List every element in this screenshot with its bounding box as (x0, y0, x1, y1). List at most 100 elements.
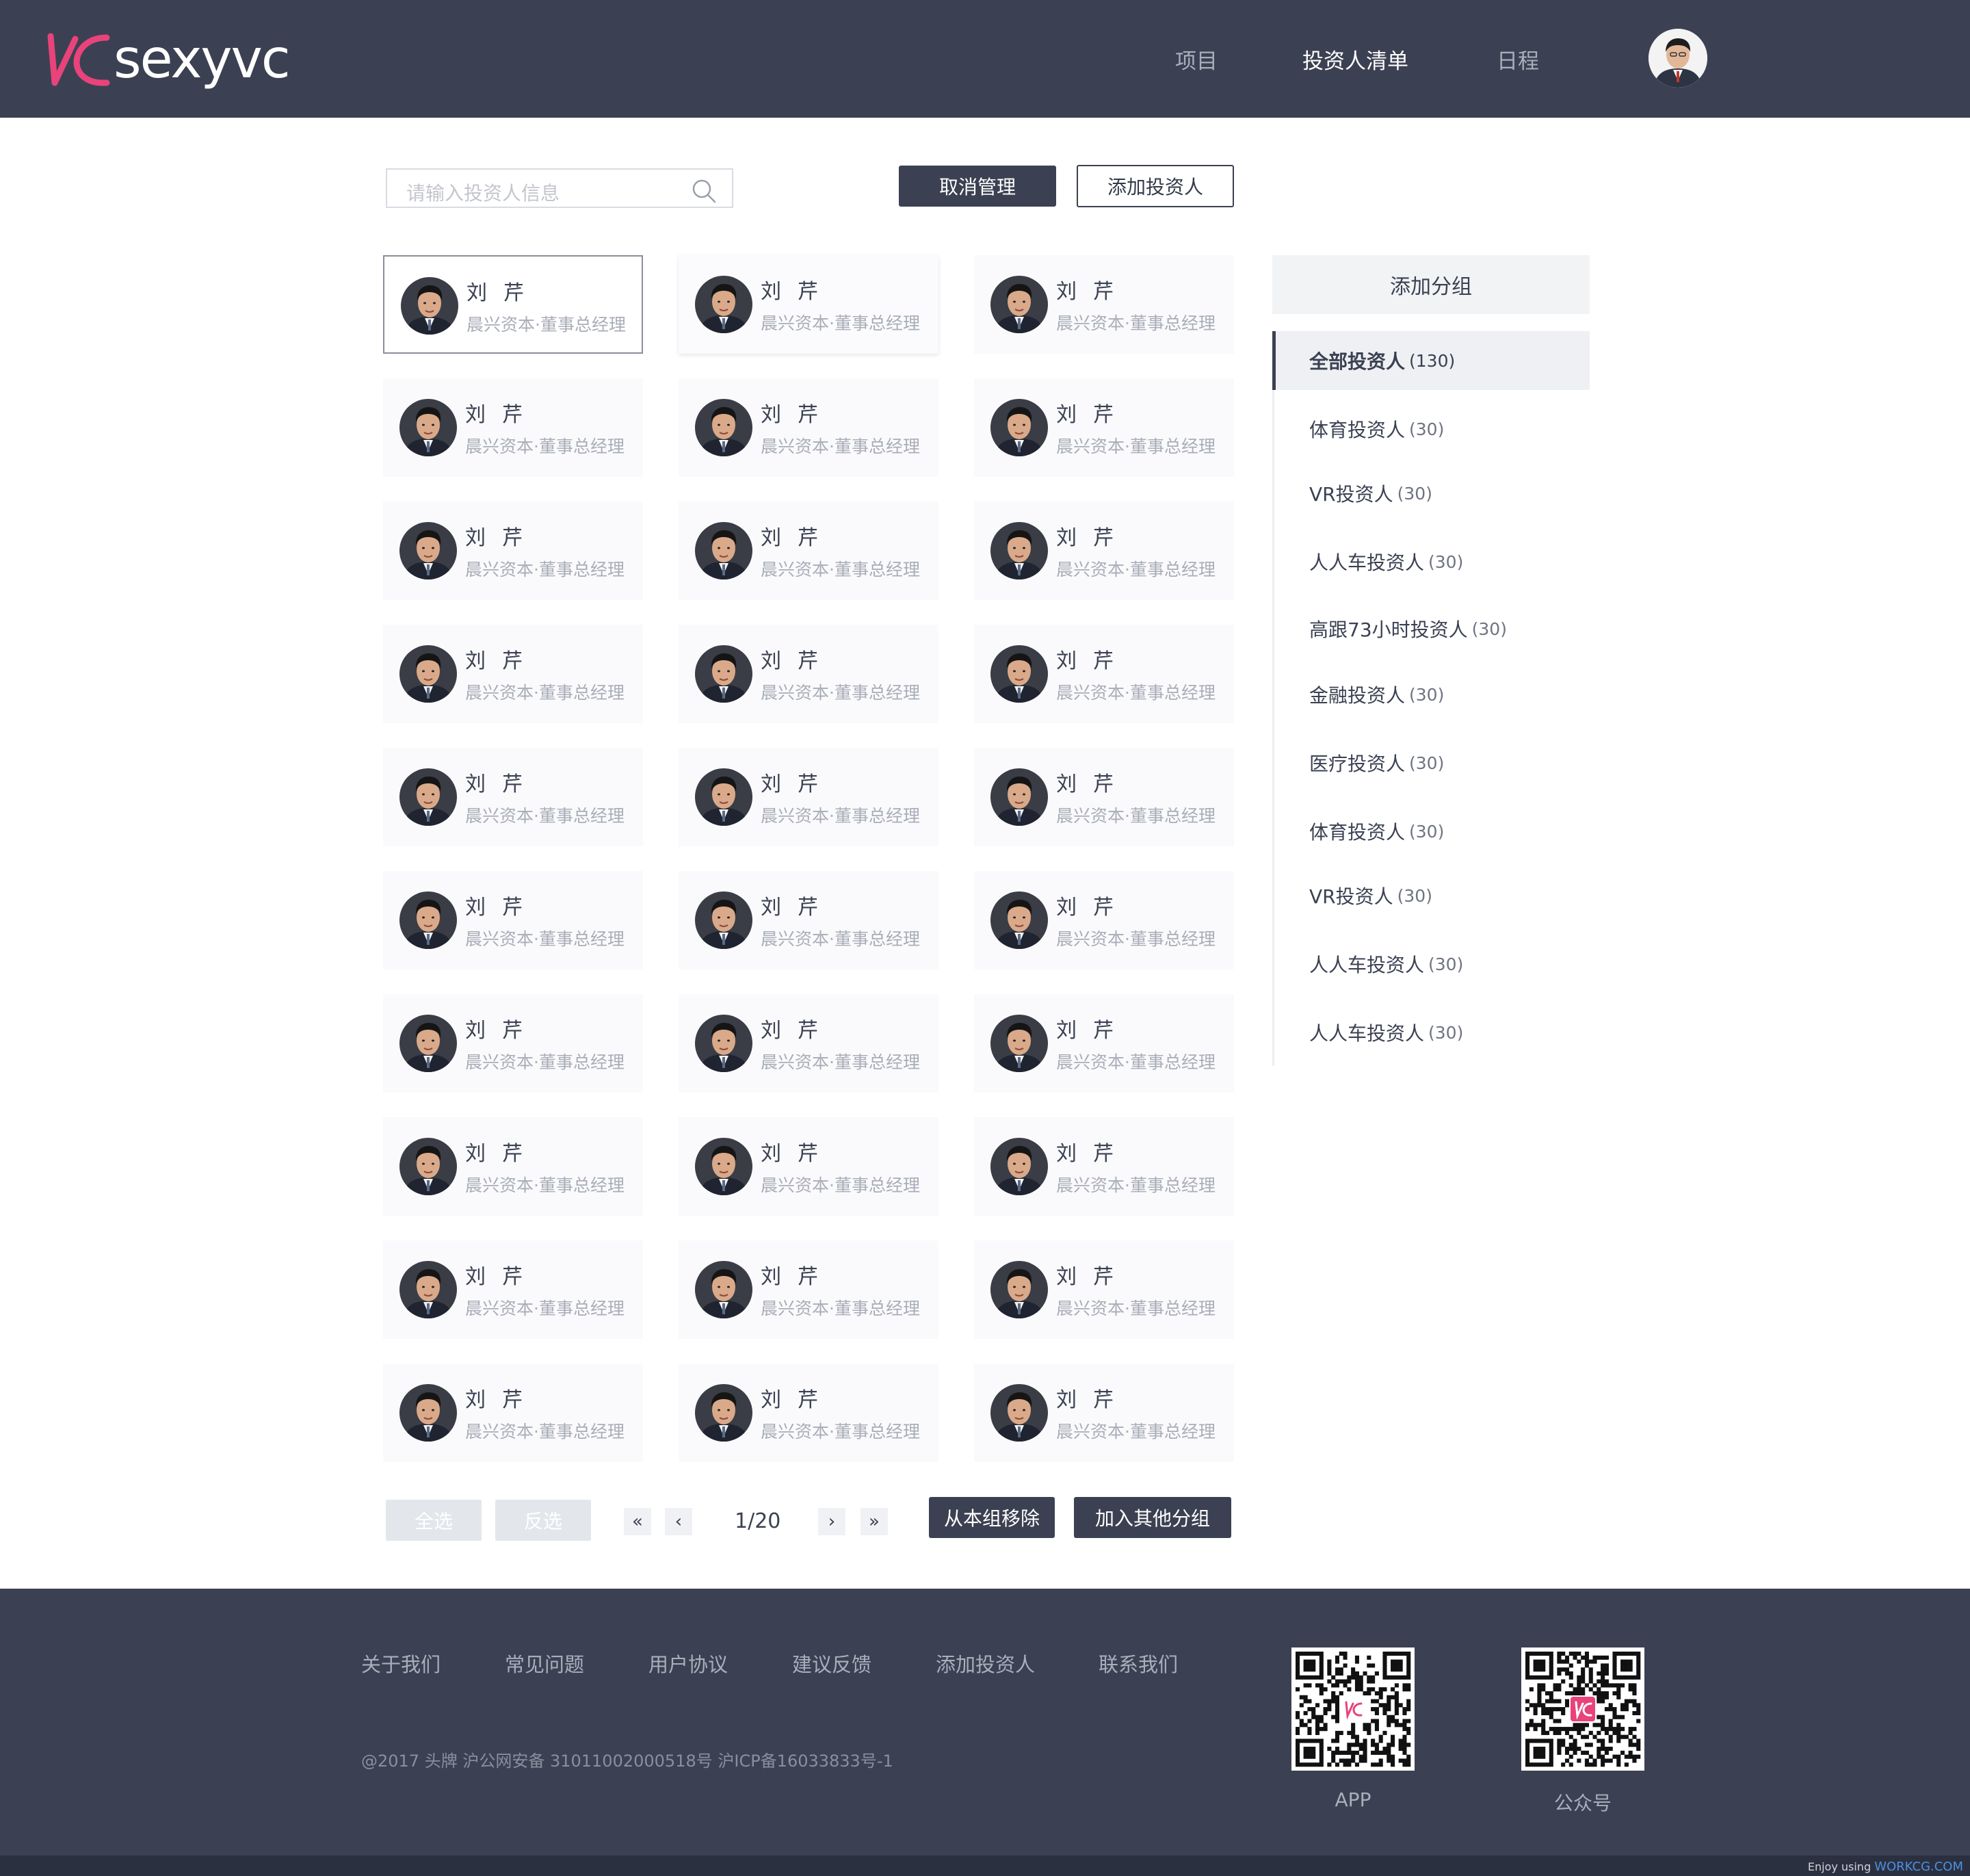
investor-title: 晨兴资本·董事总经理 (1056, 806, 1216, 826)
investor-title: 晨兴资本·董事总经理 (761, 437, 920, 456)
group-item-count: (30) (1397, 885, 1432, 906)
investor-avatar (695, 1384, 752, 1442)
invert-selection-button[interactable]: 反选 (495, 1500, 591, 1541)
group-item[interactable]: VR投资人 (30) (1272, 866, 1590, 925)
investor-card[interactable]: 刘芹 晨兴资本·董事总经理 (974, 501, 1234, 600)
group-item[interactable]: 人人车投资人 (30) (1272, 935, 1590, 993)
investor-card[interactable]: 刘芹 晨兴资本·董事总经理 (679, 625, 938, 723)
nav-schedule[interactable]: 日程 (1497, 0, 1539, 118)
investor-title: 晨兴资本·董事总经理 (465, 560, 625, 579)
investor-name: 刘芹 (465, 649, 539, 673)
group-item[interactable]: 体育投资人 (30) (1272, 802, 1590, 861)
group-item[interactable]: 高跟73小时投资人 (30) (1272, 599, 1590, 658)
select-all-button[interactable]: 全选 (386, 1500, 482, 1541)
investor-card[interactable]: 刘芹 晨兴资本·董事总经理 (383, 994, 643, 1093)
investor-card[interactable]: 刘芹晨兴资本·董事总经理 (679, 378, 938, 477)
footer-link-about[interactable]: 关于我们 (361, 1649, 441, 1678)
add-investor-button[interactable]: 添加投资人 (1077, 165, 1234, 207)
investor-card[interactable]: 刘芹 晨兴资本·董事总经理 (383, 748, 643, 846)
watermark-site[interactable]: WORKCG.COM (1874, 1860, 1963, 1874)
investor-card[interactable]: 刘芹 晨兴资本·董事总经理 (974, 378, 1234, 477)
next-page-button[interactable]: › (818, 1508, 845, 1535)
investor-avatar (990, 1138, 1048, 1195)
prev-page-button[interactable]: ‹ (665, 1508, 692, 1535)
footer-link-add-investor[interactable]: 添加投资人 (936, 1649, 1035, 1678)
group-item[interactable]: VR投资人 (30) (1272, 464, 1590, 523)
investor-card[interactable]: 刘芹 晨兴资本·董事总经理 (383, 1240, 643, 1339)
investor-card[interactable]: 刘芹 晨兴资本·董事总经理 (679, 1240, 938, 1339)
add-to-other-group-button[interactable]: 加入其他分组 (1074, 1497, 1231, 1538)
group-item[interactable]: 医疗投资人 (30) (1272, 733, 1590, 792)
investor-card[interactable]: 刘芹 晨兴资本·董事总经理 (679, 994, 938, 1093)
investor-avatar (990, 1015, 1048, 1072)
investor-title: 晨兴资本·董事总经理 (761, 1422, 920, 1442)
search-input[interactable]: 请输入投资人信息 (386, 168, 733, 208)
investor-name: 刘芹 (761, 403, 835, 427)
investor-avatar (399, 891, 457, 949)
investor-card[interactable]: 刘芹 晨兴资本·董事总经理 (383, 871, 643, 969)
group-item[interactable]: 人人车投资人 (30) (1272, 532, 1590, 591)
brand-logo[interactable]: sexyvc (45, 27, 291, 92)
investor-card[interactable]: 刘芹 晨兴资本·董事总经理 (679, 1364, 938, 1462)
investor-name: 刘芹 (1056, 280, 1130, 304)
investor-card[interactable]: 刘芹 晨兴资本·董事总经理 (383, 1364, 643, 1462)
investor-card[interactable]: 刘芹 晨兴资本·董事总经理 (974, 625, 1234, 723)
investor-avatar (399, 645, 457, 703)
investor-card[interactable]: 刘芹 晨兴资本·董事总经理 (679, 501, 938, 600)
search-icon[interactable] (691, 178, 717, 204)
investor-name: 刘芹 (465, 403, 539, 427)
investor-name: 刘芹 (761, 280, 835, 304)
investor-card[interactable]: 刘芹 晨兴资本·董事总经理 (383, 625, 643, 723)
first-page-button[interactable]: « (624, 1508, 651, 1535)
investor-card[interactable]: 刘芹 晨兴资本·董事总经理 (974, 994, 1234, 1093)
active-group-indicator (1272, 331, 1276, 390)
investor-avatar (695, 1261, 752, 1318)
investor-card[interactable]: 刘芹 晨兴资本·董事总经理 (974, 1117, 1234, 1216)
investor-card[interactable]: 刘芹 晨兴资本·董事总经理 (383, 255, 643, 354)
investor-card[interactable]: 刘芹 晨兴资本·董事总经理 (974, 1240, 1234, 1339)
group-item[interactable]: 全部投资人 (130) (1272, 331, 1590, 390)
remove-from-group-button[interactable]: 从本组移除 (929, 1497, 1055, 1538)
investor-name: 刘芹 (465, 1019, 539, 1043)
add-group-button[interactable]: 添加分组 (1272, 255, 1590, 314)
investor-title: 晨兴资本·董事总经理 (761, 683, 920, 703)
investor-avatar (399, 1384, 457, 1442)
qr-code-app-image (1296, 1652, 1411, 1767)
investor-avatar (695, 522, 752, 579)
group-item-count: (30) (1471, 618, 1507, 639)
group-item-count: (30) (1409, 684, 1445, 705)
investor-title: 晨兴资本·董事总经理 (761, 806, 920, 826)
investor-card[interactable]: 刘芹 晨兴资本·董事总经理 (383, 501, 643, 600)
investor-card[interactable]: 刘芹 晨兴资本·董事总经理 (974, 871, 1234, 969)
group-item-count: (30) (1428, 954, 1464, 974)
footer-link-terms[interactable]: 用户协议 (648, 1649, 728, 1678)
investor-name: 刘芹 (1056, 403, 1130, 427)
investor-title: 晨兴资本·董事总经理 (1056, 1052, 1216, 1072)
investor-card[interactable]: 刘芹 晨兴资本·董事总经理 (679, 871, 938, 969)
investor-name: 刘芹 (465, 1388, 539, 1412)
investor-card[interactable]: 刘芹 晨兴资本·董事总经理 (974, 255, 1234, 354)
user-avatar-image (1649, 29, 1707, 88)
investor-card[interactable]: 刘芹晨兴资本·董事总经理 (679, 748, 938, 846)
investor-title: 晨兴资本·董事总经理 (465, 806, 625, 826)
group-item[interactable]: 人人车投资人 (30) (1272, 1003, 1590, 1062)
nav-investor-list[interactable]: 投资人清单 (1302, 0, 1408, 118)
investor-name: 刘芹 (761, 772, 835, 796)
group-item[interactable]: 金融投资人 (30) (1272, 665, 1590, 724)
footer-link-feedback[interactable]: 建议反馈 (792, 1649, 871, 1678)
footer-link-contact[interactable]: 联系我们 (1099, 1649, 1178, 1678)
cancel-manage-button[interactable]: 取消管理 (899, 166, 1056, 207)
investor-card[interactable]: 刘芹 晨兴资本·董事总经理 (383, 1117, 643, 1216)
investor-card[interactable]: 刘芹 晨兴资本·董事总经理 (679, 1117, 938, 1216)
footer-link-faq[interactable]: 常见问题 (505, 1649, 584, 1678)
user-avatar[interactable] (1649, 29, 1707, 88)
investor-card[interactable]: 刘芹 晨兴资本·董事总经理 (974, 748, 1234, 846)
investor-avatar (695, 1138, 752, 1195)
nav-projects[interactable]: 项目 (1175, 0, 1218, 118)
group-item[interactable]: 体育投资人 (30) (1272, 400, 1590, 458)
last-page-button[interactable]: » (861, 1508, 888, 1535)
investor-avatar (695, 768, 752, 826)
investor-card[interactable]: 刘芹 晨兴资本·董事总经理 (383, 378, 643, 477)
investor-card[interactable]: 刘芹 晨兴资本·董事总经理 (974, 1364, 1234, 1462)
investor-card[interactable]: 刘芹 晨兴资本·董事总经理 (679, 255, 938, 354)
